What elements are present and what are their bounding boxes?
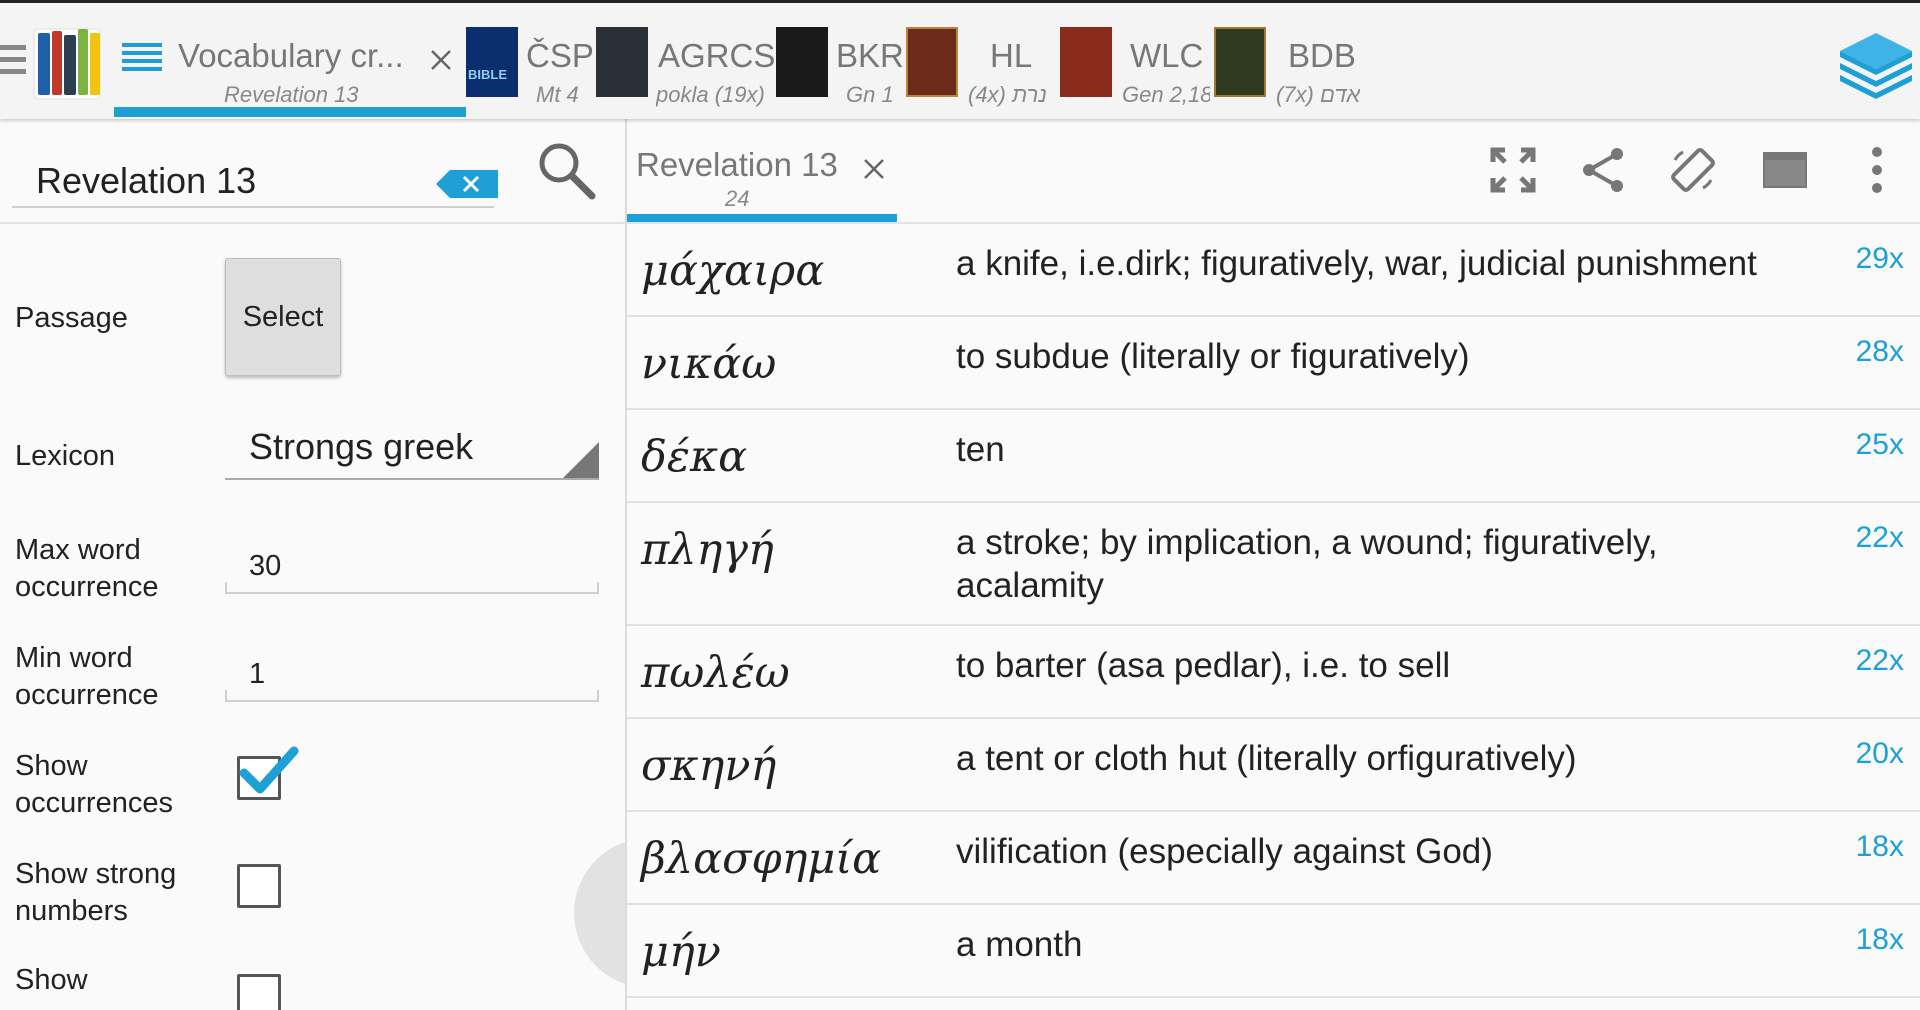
tab-abbr: WLC <box>1130 37 1204 74</box>
select-passage-button[interactable]: Select <box>225 258 341 376</box>
greek-word: βλασφημία <box>641 834 882 884</box>
lexicon-dropdown[interactable]: Strongs greek <box>225 422 599 480</box>
dropdown-caret-icon <box>563 442 599 478</box>
tab-bdb[interactable]: BDB (7x) אדם <box>1214 3 1374 119</box>
max-occurrence-label: Max word occurrence <box>15 534 159 603</box>
results-tab-title: Revelation 13 <box>636 146 838 183</box>
occurrence-count: 22x <box>1855 521 1904 554</box>
definition: ten <box>956 430 1005 469</box>
tab-bkr[interactable]: BKR Gn 1 <box>776 3 906 119</box>
lexicon-value: Strongs greek <box>249 426 474 467</box>
tab-vocabulary[interactable]: Vocabulary cr... Revelation 13 <box>118 3 466 119</box>
definition: a stroke; by implication, a wound; figur… <box>956 523 1658 605</box>
tab-wlc[interactable]: WLC Gen 2,18 <box>1058 3 1216 119</box>
definition: a tent or cloth hut (literally orfigurat… <box>956 739 1577 778</box>
rotate-screen-icon[interactable] <box>1669 146 1717 194</box>
list-item[interactable]: πωλέω to barter (asa pedlar), i.e. to se… <box>627 626 1920 719</box>
min-occurrence-label: Min word occurrence <box>15 642 159 711</box>
tab-abbr: ČSP <box>526 37 594 74</box>
list-item[interactable]: νικάω to subdue (literally or figurative… <box>627 317 1920 410</box>
search-icon[interactable] <box>536 140 596 200</box>
definition: vilification (especially against God) <box>956 832 1493 871</box>
greek-word: μάχαιρα <box>641 246 825 296</box>
list-item[interactable]: μήν a month 18x <box>627 905 1920 998</box>
book-cover <box>776 27 828 97</box>
checkmark-icon <box>239 746 299 794</box>
occurrence-count: 28x <box>1855 335 1904 368</box>
tab-abbr: HL <box>990 37 1033 74</box>
book-cover <box>906 27 958 97</box>
results-tab-count: 24 <box>725 186 750 211</box>
show-option-label: Show <box>15 964 88 996</box>
divider <box>0 222 625 224</box>
books-stack-icon[interactable] <box>1836 23 1916 99</box>
greek-word: πωλέω <box>641 648 790 698</box>
tab-ref: pokla (19x) <box>656 82 765 107</box>
definition: a knife, i.e.dirk; figuratively, war, ju… <box>956 244 1757 283</box>
tab-ref: (4x) נרת <box>968 82 1047 107</box>
show-strong-checkbox[interactable] <box>237 864 281 908</box>
share-icon[interactable] <box>1579 146 1627 194</box>
definition: a month <box>956 925 1083 964</box>
max-occurrence-input[interactable]: 30 <box>225 536 599 594</box>
top-tab-bar: Vocabulary cr... Revelation 13 BIBLE ČSP… <box>0 0 1920 119</box>
show-occurrences-label: Show occurrences <box>15 750 173 819</box>
close-icon[interactable] <box>859 154 889 184</box>
book-cover <box>596 27 648 97</box>
greek-word: νικάω <box>641 339 777 389</box>
more-vert-icon[interactable] <box>1853 146 1901 194</box>
tab-csp[interactable]: BIBLE ČSP Mt 4 <box>466 3 596 119</box>
fullscreen-icon[interactable] <box>1489 146 1537 194</box>
occurrence-count: 29x <box>1855 242 1904 275</box>
tab-abbr: AGRCS <box>658 37 776 74</box>
greek-word: σκηνή <box>641 741 777 791</box>
greek-word: δέκα <box>641 432 748 482</box>
settings-panel: Revelation 13 Passage Select Lexicon Str… <box>0 116 625 1010</box>
min-occurrence-input[interactable]: 1 <box>225 644 599 702</box>
list-item[interactable]: σκηνή a tent or cloth hut (literally orf… <box>627 719 1920 812</box>
greek-word: μήν <box>641 927 721 977</box>
menu-icon[interactable] <box>0 45 26 81</box>
passage-label: Passage <box>15 302 128 334</box>
definition: to subdue (literally or figuratively) <box>956 337 1470 376</box>
occurrence-count: 22x <box>1855 644 1904 677</box>
book-cover: BIBLE <box>466 27 518 97</box>
passage-search-input[interactable]: Revelation 13 <box>12 146 498 208</box>
tab-title: Vocabulary cr... <box>178 37 404 74</box>
search-value: Revelation 13 <box>36 160 257 201</box>
bookshelf-logo-icon[interactable] <box>32 23 106 101</box>
tab-abbr: BDB <box>1288 37 1356 74</box>
tab-abbr: BKR <box>836 37 904 74</box>
occurrence-count: 25x <box>1855 428 1904 461</box>
clear-text-icon[interactable] <box>434 168 500 200</box>
close-icon[interactable] <box>426 45 456 75</box>
greek-word: πληγή <box>641 525 774 575</box>
tab-ref: Gn 1 <box>846 82 894 107</box>
occurrence-count: 20x <box>1855 737 1904 770</box>
tab-hl[interactable]: HL (4x) נרת <box>906 3 1058 119</box>
tab-ref: Mt 4 <box>536 82 579 107</box>
tab-agrcs[interactable]: AGRCS pokla (19x) <box>596 3 776 119</box>
tab-ref: Gen 2,18 <box>1122 82 1210 107</box>
show-option-checkbox[interactable] <box>237 974 281 1010</box>
tab-ref: (7x) אדם <box>1276 82 1361 107</box>
list-icon <box>122 43 162 71</box>
occurrence-count: 18x <box>1855 830 1904 863</box>
lexicon-label: Lexicon <box>15 440 115 472</box>
occurrence-count: 18x <box>1855 923 1904 956</box>
results-panel: Revelation 13 24 μάχαιρα a knife, i.e.di… <box>627 116 1920 1010</box>
show-occurrences-checkbox[interactable] <box>237 746 299 800</box>
book-cover <box>1060 27 1112 97</box>
list-item[interactable]: πληγή a stroke; by implication, a wound;… <box>627 503 1920 626</box>
definition: to barter (asa pedlar), i.e. to sell <box>956 646 1451 685</box>
book-cover <box>1214 27 1266 97</box>
list-item[interactable]: δέκα ten 25x <box>627 410 1920 503</box>
active-tab-indicator <box>114 107 466 117</box>
list-item[interactable]: βλασφημία vilification (especially again… <box>627 812 1920 905</box>
list-item[interactable]: μάχαιρα a knife, i.e.dirk; figuratively,… <box>627 224 1920 317</box>
vocabulary-list: μάχαιρα a knife, i.e.dirk; figuratively,… <box>627 224 1920 998</box>
show-strong-label: Show strong numbers <box>15 858 177 927</box>
tab-subtitle: Revelation 13 <box>224 82 359 107</box>
window-icon[interactable] <box>1761 146 1809 194</box>
